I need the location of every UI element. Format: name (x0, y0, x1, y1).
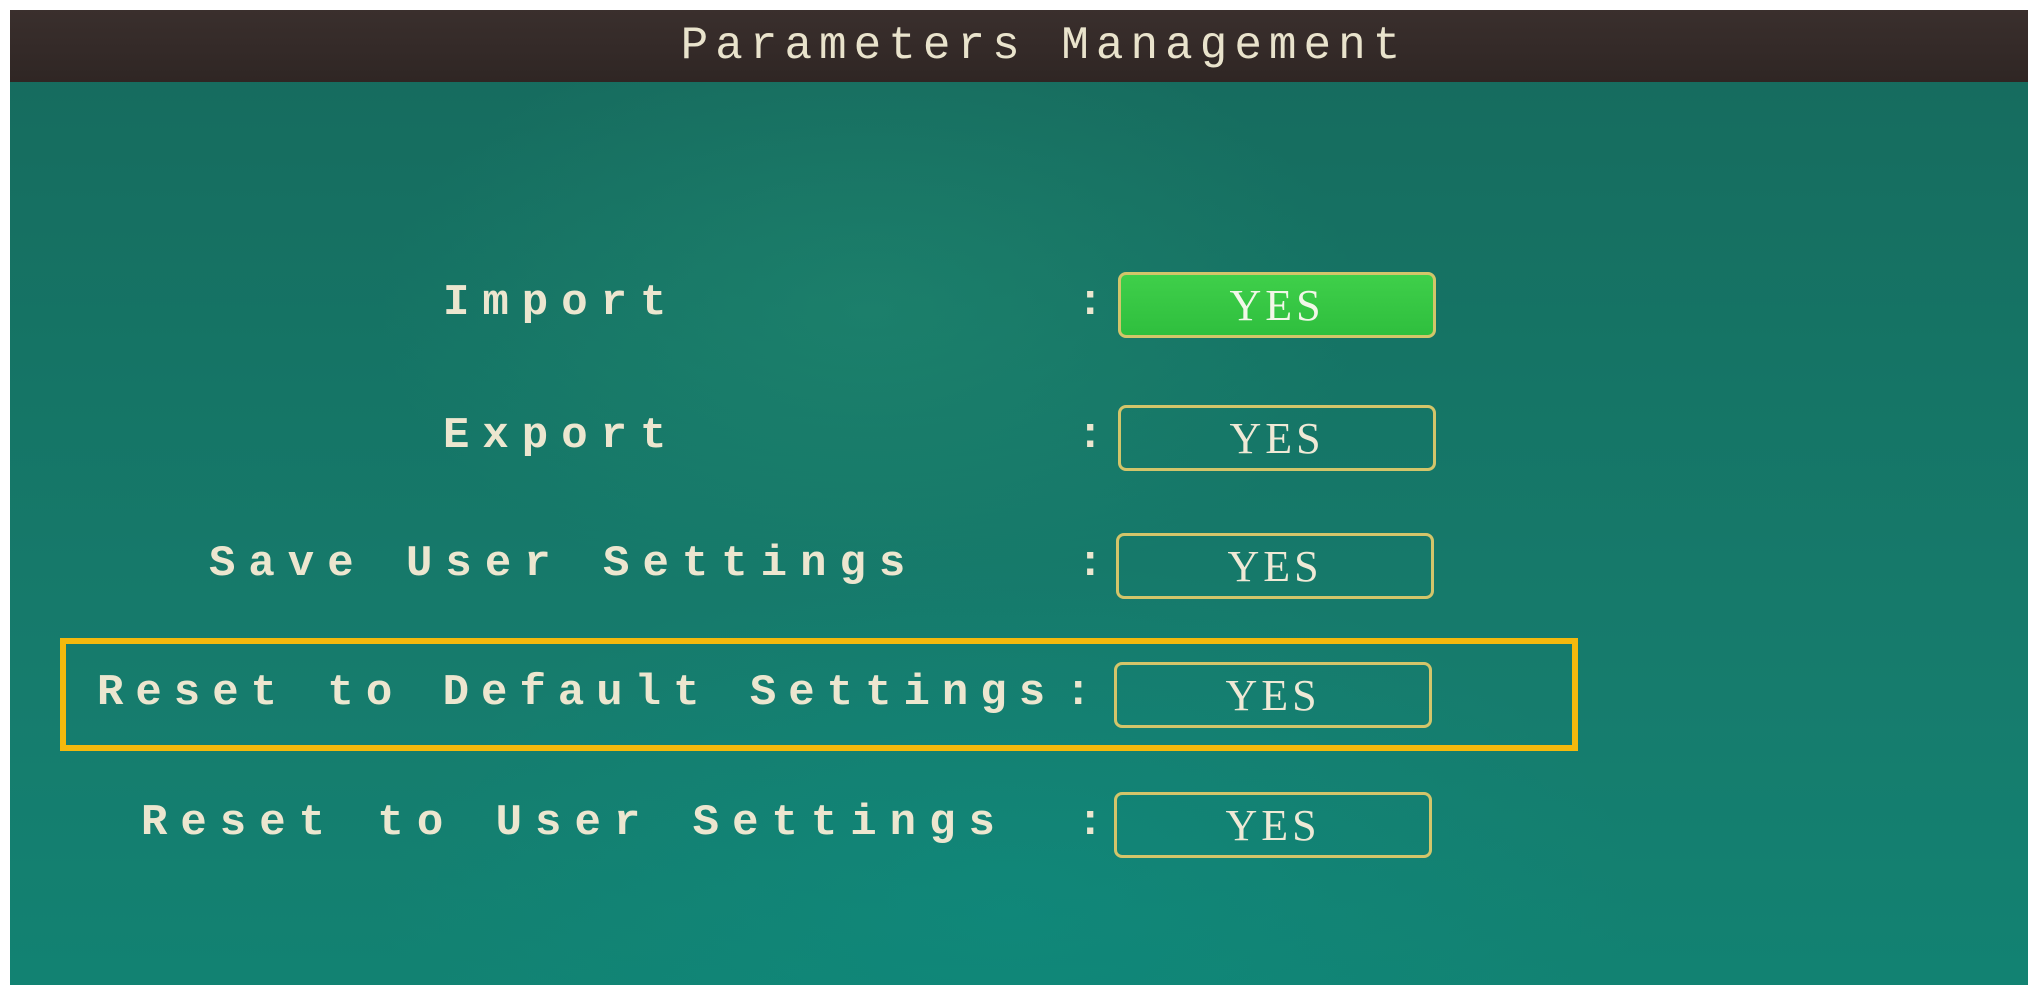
save-user-settings-colon: : (1077, 539, 1104, 589)
reset-user-settings-yes-button[interactable]: YES (1114, 792, 1432, 858)
reset-default-settings-colon: : (1065, 668, 1092, 718)
row-reset-user-settings: Reset to User Settings : YES (10, 792, 2028, 864)
row-import: Import : YES (10, 272, 2028, 344)
reset-default-settings-label: Reset to Default Settings (97, 668, 1058, 718)
import-label: Import (443, 278, 680, 328)
title-bar: Parameters Management (10, 10, 2028, 82)
import-colon: : (1077, 278, 1104, 328)
device-screen: Parameters Management Import : YES Expor… (10, 10, 2028, 985)
export-colon: : (1077, 411, 1104, 461)
row-export: Export : YES (10, 405, 2028, 477)
export-label: Export (443, 411, 680, 461)
row-reset-default-settings: Reset to Default Settings : YES (10, 662, 2028, 734)
save-user-settings-yes-button[interactable]: YES (1116, 533, 1434, 599)
reset-user-settings-label: Reset to User Settings (141, 798, 1008, 848)
reset-user-settings-colon: : (1077, 798, 1104, 848)
reset-default-settings-yes-button[interactable]: YES (1114, 662, 1432, 728)
import-yes-button[interactable]: YES (1118, 272, 1436, 338)
export-yes-button[interactable]: YES (1118, 405, 1436, 471)
page-title: Parameters Management (680, 20, 1408, 72)
row-save-user-settings: Save User Settings : YES (10, 533, 2028, 605)
save-user-settings-label: Save User Settings (209, 539, 919, 589)
